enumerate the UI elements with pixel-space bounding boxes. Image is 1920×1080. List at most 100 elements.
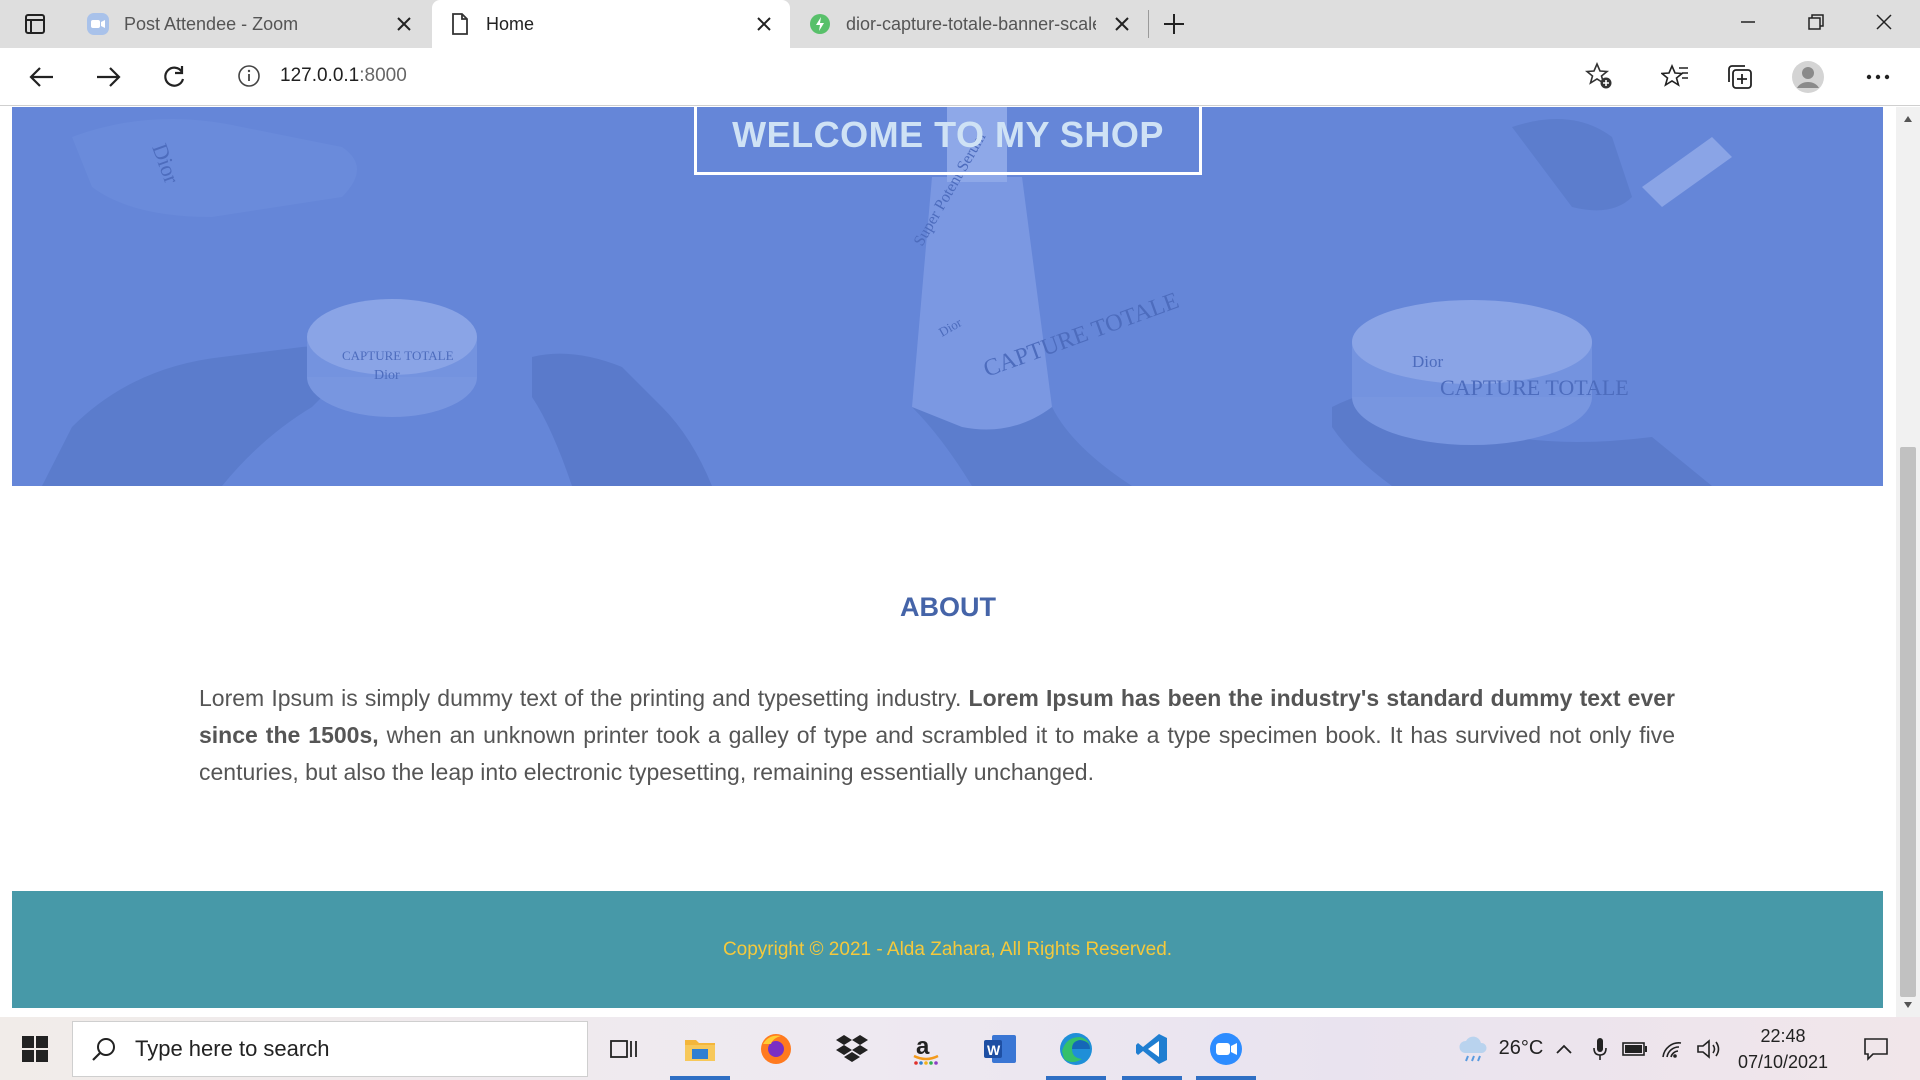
photo-label: Dior [374,368,400,383]
vscode-button[interactable] [1116,1017,1188,1080]
page-scrollbar[interactable] [1896,107,1920,1017]
photo-label: CAPTURE TOTALE [342,348,454,363]
date-text: 07/10/2021 [1737,1052,1829,1072]
add-favorite-icon[interactable] [1584,61,1614,91]
file-explorer-icon [685,1039,715,1061]
tab-actions-icon [25,14,45,34]
close-icon [1876,14,1892,30]
taskbar-search-box[interactable]: Type here to search [72,1021,588,1077]
about-text-intro: Lorem Ipsum is simply dummy text of the … [199,685,969,711]
restore-icon [1808,14,1824,30]
favorites-button[interactable] [1655,57,1695,97]
settings-more-button[interactable] [1858,57,1898,97]
start-button[interactable] [0,1017,70,1080]
minimize-icon [1741,21,1755,23]
hero-title: WELCOME TO MY SHOP [732,114,1164,155]
time-text: 22:48 [1760,1026,1806,1046]
scroll-up-arrow-icon[interactable] [1896,109,1920,129]
tab-label: Post Attendee - Zoom [124,13,299,34]
close-window-button[interactable] [1850,0,1918,44]
windows-logo-icon [22,1035,48,1062]
back-arrow-icon [29,67,53,87]
browser-tab-strip: Post Attendee - Zoom Home dior-capture-t… [0,0,1920,48]
minimize-button[interactable] [1714,0,1782,44]
close-tab-icon[interactable] [1108,10,1136,38]
forward-arrow-icon [97,67,121,87]
url-text: 127.0.0.1:8000 [280,65,407,87]
task-view-button[interactable] [588,1017,660,1080]
page-icon [448,12,472,36]
page-footer: Copyright © 2021 - Alda Zahara, All Righ… [12,891,1883,1008]
dropbox-icon [836,1034,868,1062]
search-icon [89,1034,119,1064]
amazon-icon: a [913,1033,939,1065]
browser-toolbar: 127.0.0.1:8000 [0,48,1920,106]
plus-icon [1164,14,1184,34]
url-port: :8000 [359,65,407,86]
notification-icon [1864,1037,1888,1061]
tab-dior-banner[interactable]: dior-capture-totale-banner-scale [792,0,1148,48]
dropbox-button[interactable] [816,1017,888,1080]
tab-separator [1148,10,1149,38]
about-heading: ABOUT [900,592,996,622]
close-tab-icon[interactable] [750,10,778,38]
collections-icon [1728,65,1752,89]
amazon-button[interactable]: a [890,1017,962,1080]
microphone-icon [1593,1037,1607,1060]
avatar-icon [1792,61,1824,93]
welcome-banner: WELCOME TO MY SHOP [694,107,1202,175]
wifi-button[interactable] [1658,1017,1688,1080]
scroll-thumb[interactable] [1900,447,1916,997]
more-dots-icon [1866,74,1890,80]
info-icon[interactable] [236,63,262,89]
about-paragraph: Lorem Ipsum is simply dummy text of the … [199,680,1675,791]
volume-button[interactable] [1694,1017,1724,1080]
address-bar[interactable]: 127.0.0.1:8000 [216,54,1620,98]
image-icon [808,12,832,36]
edge-icon [1060,1032,1092,1065]
firefox-icon [761,1033,791,1064]
firefox-button[interactable] [740,1017,812,1080]
new-tab-button[interactable] [1156,8,1192,40]
favorites-icon [1661,64,1688,87]
about-text-rest: when an unknown printer took a galley of… [199,722,1675,785]
scroll-down-arrow-icon[interactable] [1896,995,1920,1015]
tab-label: dior-capture-totale-banner-scale [846,13,1096,34]
notifications-button[interactable] [1848,1017,1904,1080]
tab-home[interactable]: Home [432,0,790,48]
windows-taskbar: Type here to search a W 26°C 22:48 07/10… [0,1017,1920,1080]
back-button[interactable] [22,57,62,97]
close-tab-icon[interactable] [390,10,418,38]
zoom-button[interactable] [1190,1017,1262,1080]
tab-actions-button[interactable] [14,8,56,40]
profile-button[interactable] [1788,57,1828,97]
collections-button[interactable] [1720,57,1760,97]
weather-widget[interactable]: 26°C [1440,1017,1560,1080]
search-placeholder: Type here to search [135,1036,330,1061]
tab-label: Home [486,13,535,34]
svg-text:W: W [987,1042,1001,1058]
microphone-button[interactable] [1588,1017,1612,1080]
restore-button[interactable] [1782,0,1850,44]
battery-button[interactable] [1620,1017,1650,1080]
taskbar-clock[interactable]: 22:48 07/10/2021 [1728,1023,1838,1075]
copyright-text: Copyright © 2021 - Alda Zahara, All Righ… [722,938,1173,960]
show-hidden-icons-button[interactable] [1552,1017,1576,1080]
forward-button[interactable] [88,57,128,97]
battery-icon [1622,1041,1647,1056]
tab-zoom[interactable]: Post Attendee - Zoom [70,0,430,48]
file-explorer-button[interactable] [664,1017,736,1080]
word-button[interactable]: W [964,1017,1036,1080]
vscode-icon [1136,1033,1167,1064]
url-host: 127.0.0.1 [280,65,360,86]
svg-text:a: a [916,1033,930,1060]
refresh-button[interactable] [154,57,194,97]
wifi-icon [1662,1041,1682,1058]
photo-label: Dior [1412,352,1444,371]
zoom-icon [1210,1032,1242,1065]
chevron-up-icon [1556,1044,1572,1054]
edge-button[interactable] [1040,1017,1112,1080]
photo-label: CAPTURE TOTALE [1440,375,1629,400]
task-view-icon [610,1039,637,1058]
word-icon: W [984,1034,1016,1063]
